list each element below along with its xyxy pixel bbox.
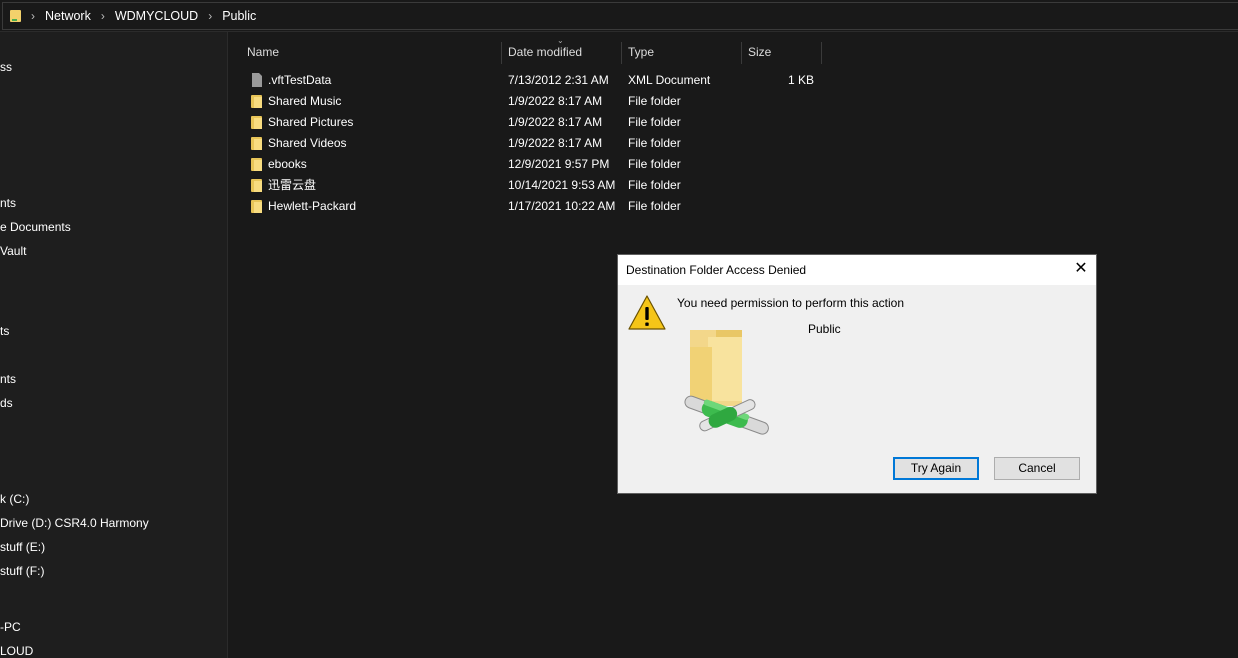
file-name: Shared Music <box>268 94 342 108</box>
file-date-modified: 1/17/2021 10:22 AM <box>508 199 616 213</box>
try-again-button[interactable]: Try Again <box>893 457 979 480</box>
nav-item-pc[interactable]: -PC <box>0 620 21 634</box>
close-icon[interactable]: ✕ <box>1066 255 1096 285</box>
column-header-size[interactable]: Size <box>741 42 822 64</box>
chevron-right-icon[interactable]: › <box>208 9 212 23</box>
breadcrumb-wdmycloud[interactable]: WDMYCLOUD <box>115 9 198 23</box>
table-row[interactable]: Shared Videos 1/9/2022 8:17 AM File folder <box>247 133 847 154</box>
folder-icon <box>251 95 262 108</box>
folder-icon <box>251 200 262 213</box>
table-row[interactable]: 迅雷云盘 10/14/2021 9:53 AM File folder <box>247 175 847 196</box>
folder-icon <box>251 116 262 129</box>
nav-item-drive-d[interactable]: Drive (D:) CSR4.0 Harmony <box>0 516 149 530</box>
folder-icon <box>251 137 262 150</box>
nav-item-onedrive-documents[interactable]: e Documents <box>0 220 71 234</box>
network-folder-icon <box>684 330 769 435</box>
file-name: ebooks <box>268 157 307 171</box>
file-type: File folder <box>628 199 681 213</box>
table-row[interactable]: Shared Music 1/9/2022 8:17 AM File folder <box>247 91 847 112</box>
column-header-type[interactable]: Type <box>621 42 742 64</box>
breadcrumb[interactable]: › Network › WDMYCLOUD › Public <box>2 2 1238 30</box>
file-date-modified: 7/13/2012 2:31 AM <box>508 73 609 87</box>
file-date-modified: 1/9/2022 8:17 AM <box>508 94 603 108</box>
column-header-name[interactable]: Name <box>240 42 502 64</box>
chevron-right-icon[interactable]: › <box>31 9 35 23</box>
nav-item-quick-access[interactable]: ss <box>0 60 12 74</box>
dialog-folder-name: Public <box>808 322 841 336</box>
table-row[interactable]: Hewlett-Packard 1/17/2021 10:22 AM File fo… <box>247 196 847 217</box>
table-row[interactable]: ebooks 12/9/2021 9:57 PM File folder <box>247 154 847 175</box>
nav-item-personal-vault[interactable]: Vault <box>0 244 26 258</box>
file-date-modified: 1/9/2022 8:17 AM <box>508 136 603 150</box>
file-name: .vftTestData <box>268 73 332 87</box>
file-type: File folder <box>628 157 681 171</box>
column-header-date-modified[interactable]: Date modified <box>501 42 622 64</box>
folder-icon <box>251 179 262 192</box>
file-date-modified: 1/9/2022 8:17 AM <box>508 115 603 129</box>
file-name: Shared Pictures <box>268 115 354 129</box>
folder-icon <box>251 158 262 171</box>
chevron-right-icon[interactable]: › <box>101 9 105 23</box>
file-type: File folder <box>628 94 681 108</box>
nav-item-downloads[interactable]: ds <box>0 396 13 410</box>
dialog-title: Destination Folder Access Denied <box>626 263 807 277</box>
address-bar[interactable]: › Network › WDMYCLOUD › Public <box>0 0 1238 32</box>
navigation-pane: ss nts e Documents Vault ts nts ds k (C:… <box>0 32 228 658</box>
file-date-modified: 12/9/2021 9:57 PM <box>508 157 610 171</box>
cancel-button[interactable]: Cancel <box>994 457 1080 480</box>
warning-icon <box>628 295 666 330</box>
dialog-message: You need permission to perform this acti… <box>677 296 905 310</box>
file-icon <box>252 73 262 87</box>
dialog-title-bar[interactable]: Destination Folder Access Denied ✕ <box>618 255 1096 285</box>
nav-item-local-disk-c[interactable]: k (C:) <box>0 492 29 506</box>
nav-item-documents[interactable]: nts <box>0 196 16 210</box>
file-type: File folder <box>628 115 681 129</box>
table-row[interactable]: .vftTestData 7/13/2012 2:31 AM XML Documen… <box>247 70 847 91</box>
nav-item-drive-f[interactable]: stuff (F:) <box>0 564 44 578</box>
table-row[interactable]: Shared Pictures 1/9/2022 8:17 AM File fold… <box>247 112 847 133</box>
file-type: XML Document <box>628 73 711 87</box>
file-name: 迅雷云盘 <box>268 178 317 192</box>
file-date-modified: 10/14/2021 9:53 AM <box>508 178 616 192</box>
breadcrumb-public[interactable]: Public <box>222 9 256 23</box>
file-size: 1 KB <box>787 73 814 87</box>
nav-item-drive-e[interactable]: stuff (E:) <box>0 540 45 554</box>
file-name: Hewlett-Packard <box>268 199 357 213</box>
access-denied-dialog: Destination Folder Access Denied ✕ You n… <box>617 254 1097 494</box>
nav-item-documents-2[interactable]: nts <box>0 372 16 386</box>
breadcrumb-network[interactable]: Network <box>45 9 91 23</box>
nav-item-wdmycloud[interactable]: LOUD <box>0 644 33 658</box>
file-type: File folder <box>628 178 681 192</box>
network-folder-icon <box>10 10 21 22</box>
file-type: File folder <box>628 136 681 150</box>
file-name: Shared Videos <box>268 136 347 150</box>
nav-item-objects[interactable]: ts <box>0 324 9 338</box>
